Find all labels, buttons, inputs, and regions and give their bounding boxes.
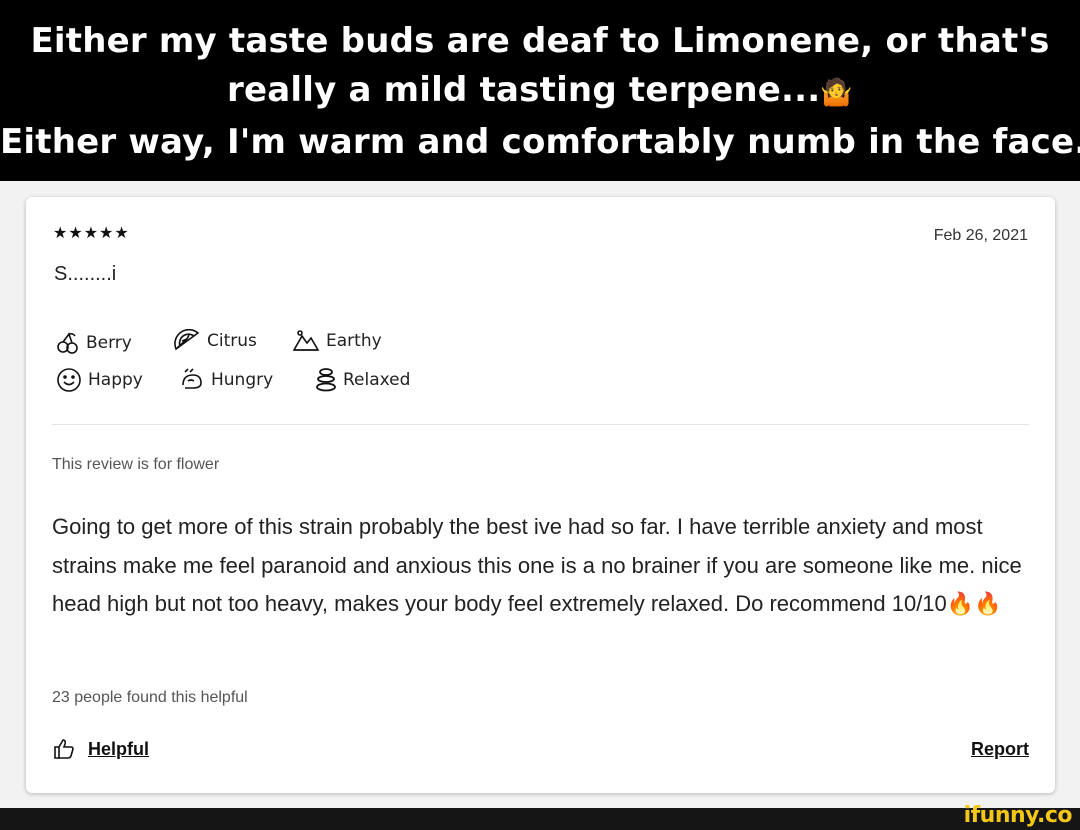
meme-caption: Either my taste buds are deaf to Limonen… — [0, 0, 1080, 181]
smiley-icon — [57, 368, 81, 392]
helpful-label: Helpful — [88, 738, 149, 759]
tag-label: Happy — [88, 370, 143, 390]
tag-hungry: Hungry — [179, 367, 273, 393]
tag-earthy: Earthy — [292, 329, 382, 353]
food-icon — [182, 368, 202, 389]
helpful-button[interactable]: Helpful — [52, 737, 149, 761]
tag-label: Hungry — [211, 370, 274, 390]
tag-label: Relaxed — [343, 370, 411, 390]
review-body: Going to get more of this strain probabl… — [52, 514, 1022, 616]
shrug-emoji: 🤷 — [820, 78, 853, 108]
tag-happy: Happy — [56, 367, 143, 393]
mountain-icon — [292, 330, 320, 351]
review-date: Feb 26, 2021 — [933, 227, 1028, 244]
tag-label: Earthy — [326, 331, 382, 351]
thumbs-up-icon — [54, 739, 74, 759]
cherry-icon — [57, 332, 78, 354]
star-rating: ★★★★★ — [53, 223, 130, 242]
review-title: S........i — [54, 263, 117, 285]
divider — [52, 424, 1029, 425]
report-link[interactable]: Report — [971, 739, 1029, 760]
citrus-slice-icon — [174, 329, 200, 351]
tag-relaxed: Relaxed — [315, 367, 410, 393]
caption-line-1: Either my taste buds are deaf to Limonen… — [30, 21, 1050, 61]
caption-line-2-text: really a mild tasting terpene... — [227, 70, 821, 110]
tag-berry: Berry — [56, 331, 132, 355]
caption-line-2: really a mild tasting terpene...🤷 — [0, 66, 1080, 118]
caption-line-3: Either way, I'm warm and comfortably num… — [0, 122, 1080, 162]
review-product-type: This review is for flower — [52, 456, 220, 473]
ifunny-watermark: ifunny.co — [963, 803, 1073, 828]
tag-citrus: Citrus — [173, 329, 257, 353]
stones-icon — [316, 368, 336, 392]
tag-label: Citrus — [207, 331, 257, 351]
helpful-count: 23 people found this helpful — [52, 689, 248, 706]
review-card: ★★★★★ Feb 26, 2021 S........i Berry Citr… — [26, 197, 1055, 793]
footer-bar — [0, 808, 1080, 830]
tag-label: Berry — [86, 333, 132, 353]
